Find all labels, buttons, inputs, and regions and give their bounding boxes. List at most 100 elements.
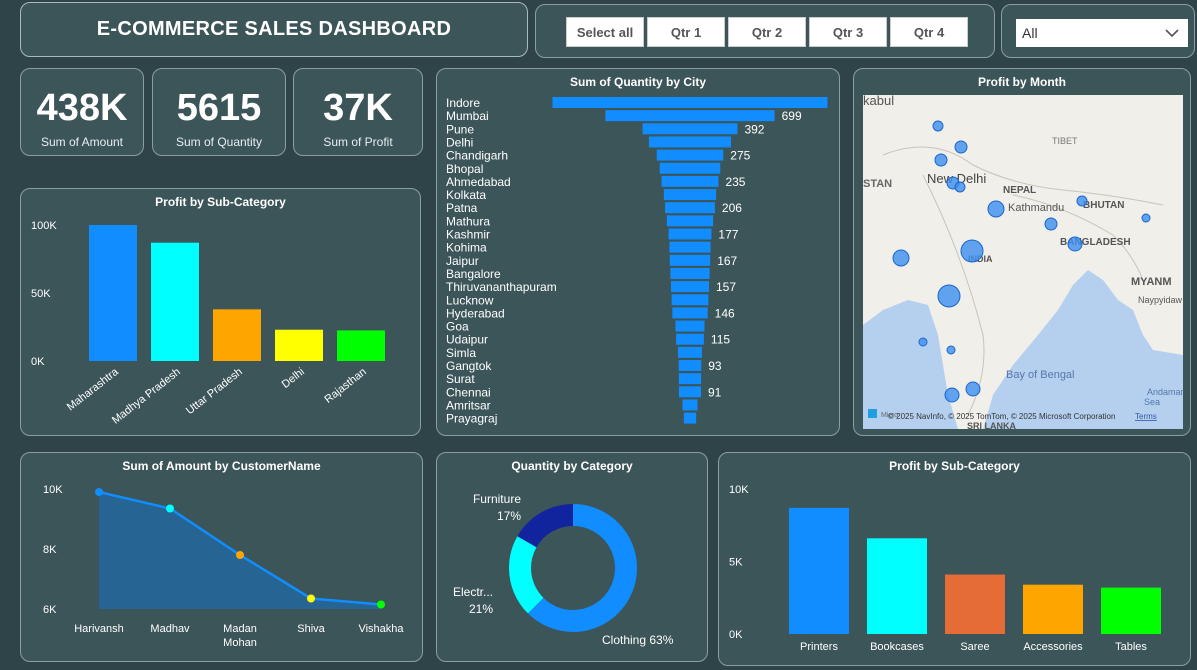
x-tick-label: Tables: [1115, 641, 1147, 653]
y-tick-label: 100K: [31, 220, 57, 232]
x-tick-label: Mohan: [223, 637, 257, 649]
bar[interactable]: [648, 136, 732, 148]
data-point[interactable]: [377, 600, 385, 609]
bar[interactable]: [669, 241, 711, 253]
slice-label: Furniture: [473, 492, 521, 506]
bar[interactable]: [670, 281, 710, 293]
y-tick-label: Kolkata: [446, 188, 486, 202]
bar[interactable]: [668, 228, 712, 240]
y-tick-label: Mathura: [446, 214, 490, 228]
qtr1-button[interactable]: Qtr 1: [647, 17, 725, 47]
chevron-down-icon: [1165, 29, 1179, 38]
bar[interactable]: [642, 123, 738, 135]
data-point[interactable]: [236, 551, 244, 559]
kpi-card-amount: 438K Sum of Amount: [20, 68, 144, 156]
map-bubble[interactable]: [918, 337, 928, 347]
data-point[interactable]: [166, 504, 174, 513]
y-tick-label: 0K: [31, 356, 45, 368]
filter-dropdown[interactable]: All: [1016, 19, 1188, 47]
select-all-button[interactable]: Select all: [566, 17, 644, 47]
bar[interactable]: [337, 330, 385, 361]
bar[interactable]: [669, 254, 711, 266]
bar[interactable]: [275, 329, 323, 361]
map-bubble[interactable]: [944, 387, 960, 403]
x-tick-label: Uttar Pradesh: [184, 366, 245, 417]
map-bubble[interactable]: [960, 239, 984, 263]
bar[interactable]: [663, 189, 717, 201]
bar[interactable]: [89, 225, 137, 361]
map-bubble[interactable]: [1044, 217, 1058, 231]
map-bubble[interactable]: [987, 200, 1005, 218]
kpi-label: Sum of Amount: [40, 135, 124, 149]
bar[interactable]: [678, 386, 702, 398]
bar[interactable]: [605, 110, 775, 122]
map-terms-link[interactable]: Terms: [1135, 412, 1157, 421]
quarter-slicer: Select all Qtr 1 Qtr 2 Qtr 3 Qtr 4: [535, 4, 995, 58]
y-tick-label: Kohima: [446, 241, 487, 255]
map-label: NEPAL: [1003, 185, 1036, 196]
bar[interactable]: [656, 149, 724, 161]
map-bubble[interactable]: [1141, 213, 1151, 223]
y-tick-label: Hyderabad: [446, 306, 505, 320]
bar[interactable]: [151, 242, 199, 361]
bar[interactable]: [670, 267, 710, 279]
x-tick-label: Madan: [223, 623, 257, 635]
map-svg[interactable]: kabul STAN New Delhi TIBET NEPAL Kathman…: [863, 95, 1183, 429]
map-bubble[interactable]: [946, 345, 956, 355]
bar[interactable]: [789, 507, 849, 634]
map-bubble[interactable]: [965, 381, 981, 397]
data-label: 177: [718, 228, 738, 242]
page-title: E-COMMERCE SALES DASHBOARD: [96, 18, 452, 40]
bar[interactable]: [683, 412, 697, 424]
data-label: 146: [715, 306, 735, 320]
map-bubble[interactable]: [954, 140, 968, 154]
bar[interactable]: [659, 162, 721, 174]
map-bubble[interactable]: [954, 181, 966, 193]
bar[interactable]: [678, 373, 702, 385]
bar[interactable]: [665, 202, 715, 214]
data-label: 157: [716, 280, 736, 294]
bar[interactable]: [676, 333, 704, 345]
map-bubble[interactable]: [1067, 236, 1083, 252]
bar[interactable]: [671, 294, 709, 306]
map-bubble[interactable]: [1076, 195, 1088, 207]
map-bubble[interactable]: [932, 120, 944, 132]
bar[interactable]: [661, 175, 719, 187]
bar[interactable]: [666, 215, 714, 227]
dropdown-panel: All: [1001, 4, 1195, 58]
y-tick-label: Bhopal: [446, 162, 483, 176]
y-tick-label: Lucknow: [446, 293, 494, 307]
data-label: 115: [711, 333, 730, 347]
bar[interactable]: [867, 538, 927, 634]
kpi-value: 5615: [176, 87, 262, 129]
qtr2-button[interactable]: Qtr 2: [728, 17, 806, 47]
bar[interactable]: [672, 307, 708, 319]
qtr4-button[interactable]: Qtr 4: [890, 17, 968, 47]
y-tick-label: 0K: [729, 629, 743, 641]
bar[interactable]: [552, 97, 828, 108]
bar[interactable]: [1023, 584, 1083, 634]
y-tick-label: Goa: [446, 320, 469, 334]
bar[interactable]: [675, 320, 705, 332]
kpi-value: 438K: [36, 87, 128, 129]
amount-by-customer-chart: Sum of Amount by CustomerName 6K 8K 10K Har…: [20, 452, 423, 662]
bar[interactable]: [682, 399, 698, 411]
x-tick-label: Maharashtra: [65, 365, 122, 413]
bar[interactable]: [678, 346, 702, 358]
x-tick-label: Vishakha: [358, 623, 404, 635]
y-tick-label: Surat: [446, 372, 475, 386]
map-bubble[interactable]: [892, 249, 910, 267]
map-bubble[interactable]: [937, 284, 961, 308]
qtr3-button[interactable]: Qtr 3: [809, 17, 887, 47]
kpi-label: Sum of Quantity: [175, 135, 263, 149]
data-point[interactable]: [95, 488, 103, 496]
map-bubble[interactable]: [934, 153, 948, 167]
profit-by-state-chart: Profit by Sub-Category 0K 50K 100K Maharash…: [20, 188, 421, 436]
y-tick-label: Bangalore: [446, 267, 501, 281]
y-tick-label: Thiruvananthapuram: [446, 280, 557, 294]
bar[interactable]: [213, 309, 261, 361]
bar[interactable]: [678, 360, 702, 371]
data-point[interactable]: [307, 594, 315, 603]
bar[interactable]: [1101, 587, 1161, 634]
bar[interactable]: [945, 574, 1005, 634]
